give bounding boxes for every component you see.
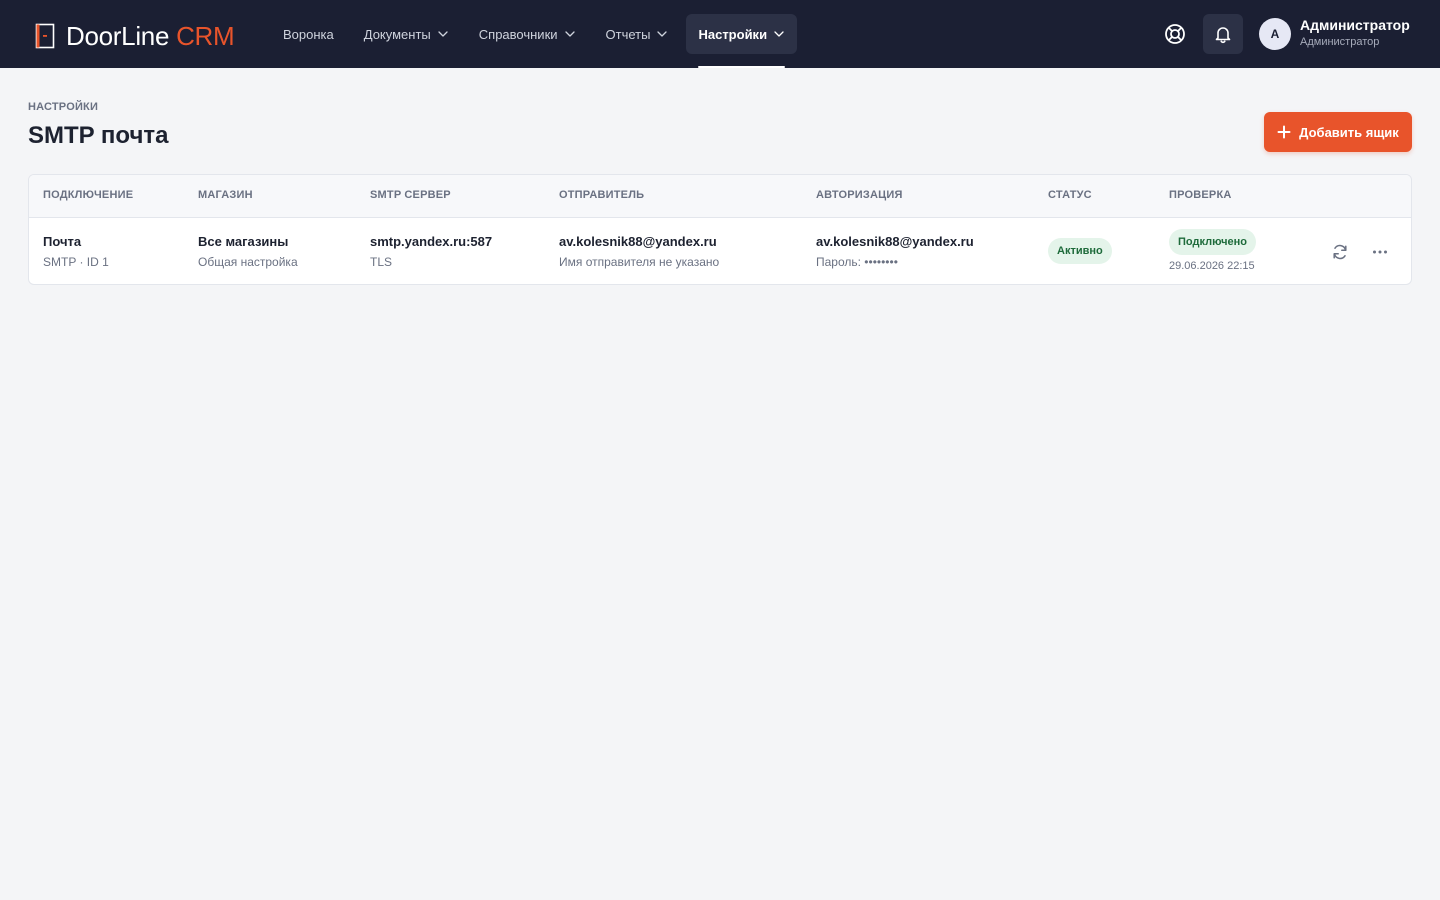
- nav-item-label: Документы: [363, 26, 431, 42]
- chevron-down-icon: [438, 31, 448, 37]
- sender-email: av.kolesnik88@yandex.ru: [559, 234, 717, 249]
- page-title: SMTP почта: [28, 122, 169, 149]
- store-name: Все магазины: [198, 234, 289, 249]
- nav-item-directories[interactable]: Справочники: [467, 14, 588, 54]
- status-badge-label: Активно: [1057, 245, 1103, 257]
- auth-login: av.kolesnik88@yandex.ru: [816, 234, 974, 249]
- auth-password: Пароль: ••••••••: [816, 255, 898, 269]
- active-nav-indicator: [698, 66, 786, 68]
- column-header-sender: ОТПРАВИТЕЛЬ: [559, 189, 645, 201]
- nav-item-settings[interactable]: Настройки: [686, 14, 798, 68]
- row-more-actions-button[interactable]: [1366, 238, 1394, 266]
- plus-icon: [1277, 125, 1291, 139]
- user-role: Администратор: [1300, 36, 1380, 48]
- column-header-status: СТАТУС: [1048, 189, 1092, 201]
- smtp-table: ПОДКЛЮЧЕНИЕ МАГАЗИН SMTP СЕРВЕР ОТПРАВИТ…: [28, 174, 1412, 285]
- main-nav: Воронка Документы Справочники Отчеты Нас…: [271, 14, 803, 68]
- app-logo[interactable]: DoorLine CRM: [35, 21, 235, 51]
- connection-meta: SMTP · ID 1: [43, 255, 109, 269]
- add-mailbox-label: Добавить ящик: [1299, 124, 1399, 140]
- nav-item-label: Воронка: [283, 26, 334, 42]
- chevron-down-icon: [657, 31, 668, 37]
- bell-icon: [1215, 27, 1231, 44]
- nav-item-reports[interactable]: Отчеты: [594, 14, 681, 54]
- nav-item-label: Справочники: [478, 26, 558, 42]
- top-navigation-bar: DoorLine CRM Воронка Документы Справочни…: [0, 0, 1440, 68]
- brand-accent-text: CRM: [176, 21, 235, 51]
- check-status-label: Подключено: [1178, 236, 1247, 248]
- refresh-icon: [1333, 244, 1347, 260]
- sender-name: Имя отправителя не указано: [559, 255, 720, 269]
- connection-name: Почта: [43, 234, 82, 249]
- more-horizontal-icon: [1373, 250, 1387, 254]
- column-header-store: МАГАЗИН: [198, 189, 253, 201]
- door-logo-icon: [35, 23, 55, 49]
- add-mailbox-button[interactable]: Добавить ящик: [1264, 112, 1412, 152]
- column-header-connection: ПОДКЛЮЧЕНИЕ: [43, 189, 134, 201]
- table-row[interactable]: Почта SMTP · ID 1 Все магазины Общая нас…: [29, 219, 1411, 284]
- breadcrumb[interactable]: НАСТРОЙКИ: [28, 101, 98, 113]
- status-badge: Активно: [1048, 238, 1112, 264]
- nav-item-label: Отчеты: [605, 26, 651, 42]
- brand-name: DoorLine CRM: [66, 21, 235, 51]
- check-status-badge: Подключено: [1169, 229, 1256, 255]
- column-header-auth: АВТОРИЗАЦИЯ: [816, 189, 903, 201]
- column-header-smtp-server: SMTP СЕРВЕР: [370, 189, 451, 201]
- lifebuoy-icon: [1165, 24, 1185, 44]
- table-header: ПОДКЛЮЧЕНИЕ МАГАЗИН SMTP СЕРВЕР ОТПРАВИТ…: [29, 175, 1411, 218]
- refresh-connection-button[interactable]: [1326, 238, 1354, 266]
- avatar-letter: A: [1270, 27, 1280, 41]
- nav-item-funnel[interactable]: Воронка: [271, 14, 346, 54]
- chevron-down-icon: [774, 31, 784, 37]
- notifications-button[interactable]: [1203, 14, 1243, 54]
- user-avatar[interactable]: A: [1259, 18, 1291, 50]
- brand-name-text: DoorLine: [66, 21, 170, 51]
- help-button[interactable]: [1155, 14, 1195, 54]
- user-name[interactable]: Администратор: [1300, 17, 1410, 33]
- nav-item-label: Настройки: [698, 26, 768, 42]
- column-header-check: ПРОВЕРКА: [1169, 189, 1232, 201]
- store-note: Общая настройка: [198, 255, 298, 269]
- check-timestamp: 29.06.2026 22:15: [1169, 260, 1255, 272]
- encryption-type: TLS: [370, 255, 393, 269]
- chevron-down-icon: [564, 31, 575, 37]
- nav-item-documents[interactable]: Документы: [352, 14, 461, 54]
- smtp-server: smtp.yandex.ru:587: [370, 234, 493, 249]
